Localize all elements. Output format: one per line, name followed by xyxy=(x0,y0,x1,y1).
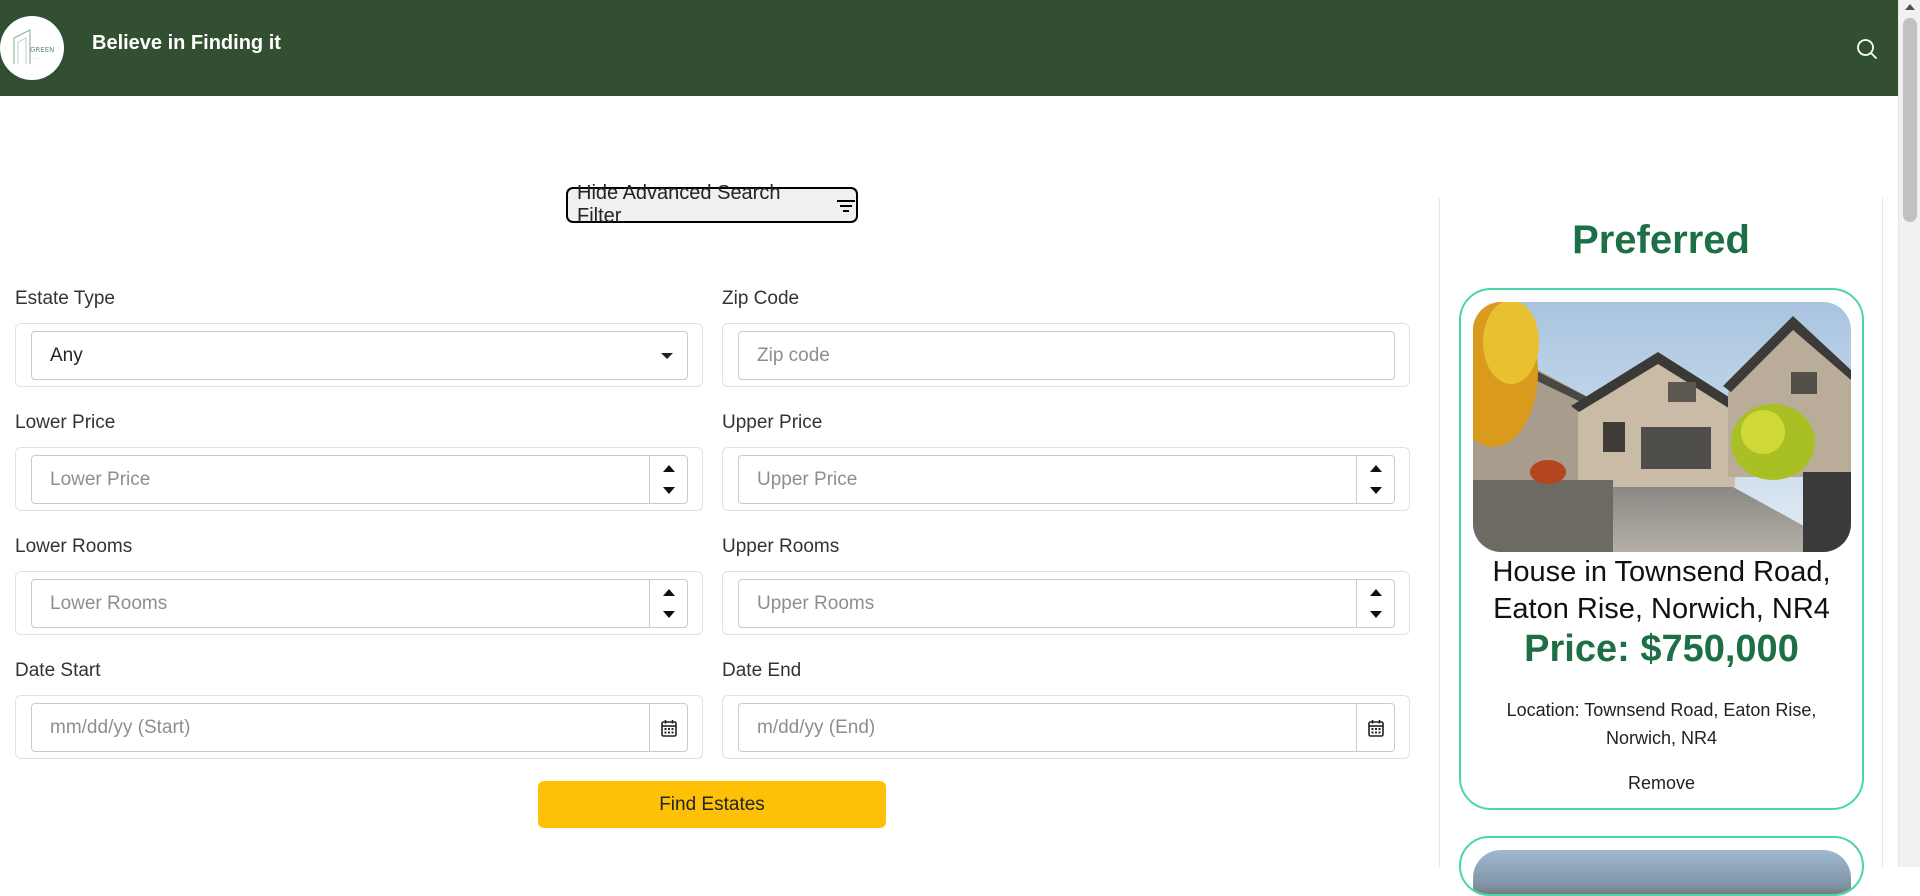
estate-type-value: Any xyxy=(50,344,83,366)
preferred-heading: Preferred xyxy=(1572,218,1750,262)
svg-text:GREEN: GREEN xyxy=(30,46,54,54)
upper-rooms-input[interactable]: Upper Rooms xyxy=(738,579,1395,628)
date-end-placeholder: m/dd/yy (End) xyxy=(757,716,876,738)
lower-price-container: Lower Price xyxy=(15,447,703,511)
lower-price-placeholder: Lower Price xyxy=(50,468,151,490)
date-end-label: Date End xyxy=(722,660,802,681)
sidebar-divider xyxy=(1439,198,1440,867)
estate-card-title: House in Townsend Road, Eaton Rise, Norw… xyxy=(1492,556,1831,625)
hide-advanced-filter-label: Hide Advanced Search Filter xyxy=(577,182,781,227)
number-stepper[interactable] xyxy=(649,456,687,503)
lower-rooms-label: Lower Rooms xyxy=(15,536,133,557)
calendar-icon xyxy=(660,719,677,737)
calendar-button[interactable] xyxy=(1356,704,1394,751)
find-estates-button[interactable]: Find Estates xyxy=(538,781,886,828)
upper-price-container: Upper Price xyxy=(722,447,1410,511)
preferred-estate-card[interactable]: House in Townsend Road, Eaton Rise, Norw… xyxy=(1459,288,1864,810)
upper-price-label: Upper Price xyxy=(722,412,823,433)
decrement-arrow-icon[interactable] xyxy=(663,611,675,618)
increment-arrow-icon[interactable] xyxy=(1370,465,1382,472)
lower-rooms-container: Lower Rooms xyxy=(15,571,703,635)
zip-code-placeholder: Zip code xyxy=(757,344,830,366)
upper-rooms-placeholder: Upper Rooms xyxy=(757,592,875,614)
scrollbar-thumb[interactable] xyxy=(1903,18,1917,222)
scroll-up-arrow-icon[interactable] xyxy=(1905,4,1915,10)
brand-tagline: Believe in Finding it xyxy=(92,32,281,54)
increment-arrow-icon[interactable] xyxy=(1370,589,1382,596)
lower-rooms-placeholder: Lower Rooms xyxy=(50,592,168,614)
date-end-input[interactable]: m/dd/yy (End) xyxy=(738,703,1395,752)
calendar-icon xyxy=(1367,719,1384,737)
estate-photo[interactable] xyxy=(1473,302,1851,552)
hide-advanced-filter-button[interactable]: Hide Advanced Search Filter xyxy=(566,182,858,227)
filter-icon xyxy=(836,197,856,213)
date-start-container: mm/dd/yy (Start) xyxy=(15,695,703,759)
calendar-button[interactable] xyxy=(649,704,687,751)
estate-card-location: Location: Townsend Road, Eaton Rise, Nor… xyxy=(1506,700,1817,748)
lower-rooms-input[interactable]: Lower Rooms xyxy=(31,579,688,628)
upper-price-input[interactable]: Upper Price xyxy=(738,455,1395,504)
decrement-arrow-icon[interactable] xyxy=(663,487,675,494)
zip-code-container: Zip code xyxy=(722,323,1410,387)
lower-price-label: Lower Price xyxy=(15,412,116,433)
increment-arrow-icon[interactable] xyxy=(663,589,675,596)
zip-code-label: Zip Code xyxy=(722,288,800,309)
estate-type-container: Any xyxy=(15,323,703,387)
number-stepper[interactable] xyxy=(649,580,687,627)
estate-card-price: Price: $750,000 xyxy=(1524,628,1799,670)
date-start-placeholder: mm/dd/yy (Start) xyxy=(50,716,191,738)
remove-preferred-button[interactable]: Remove xyxy=(1461,773,1862,794)
number-stepper[interactable] xyxy=(1356,580,1394,627)
estate-type-select[interactable]: Any xyxy=(31,331,688,380)
preferred-estate-card[interactable] xyxy=(1459,836,1864,896)
date-start-input[interactable]: mm/dd/yy (Start) xyxy=(31,703,688,752)
search-icon[interactable] xyxy=(1855,37,1879,61)
date-end-container: m/dd/yy (End) xyxy=(722,695,1410,759)
chevron-down-icon xyxy=(661,353,673,359)
decrement-arrow-icon[interactable] xyxy=(1370,611,1382,618)
svg-text:.........: ......... xyxy=(31,56,41,60)
top-navbar: GREEN ......... Believe in Finding it xyxy=(0,0,1898,96)
decrement-arrow-icon[interactable] xyxy=(1370,487,1382,494)
upper-rooms-label: Upper Rooms xyxy=(722,536,840,557)
upper-rooms-container: Upper Rooms xyxy=(722,571,1410,635)
site-logo[interactable]: GREEN ......... xyxy=(0,16,64,80)
zip-code-input[interactable]: Zip code xyxy=(738,331,1395,380)
date-start-label: Date Start xyxy=(15,660,101,681)
estate-type-label: Estate Type xyxy=(15,288,115,309)
sidebar-divider xyxy=(1882,198,1883,867)
increment-arrow-icon[interactable] xyxy=(663,465,675,472)
estate-photo[interactable] xyxy=(1473,850,1851,894)
page-scrollbar[interactable] xyxy=(1898,0,1920,867)
number-stepper[interactable] xyxy=(1356,456,1394,503)
upper-price-placeholder: Upper Price xyxy=(757,468,858,490)
lower-price-input[interactable]: Lower Price xyxy=(31,455,688,504)
